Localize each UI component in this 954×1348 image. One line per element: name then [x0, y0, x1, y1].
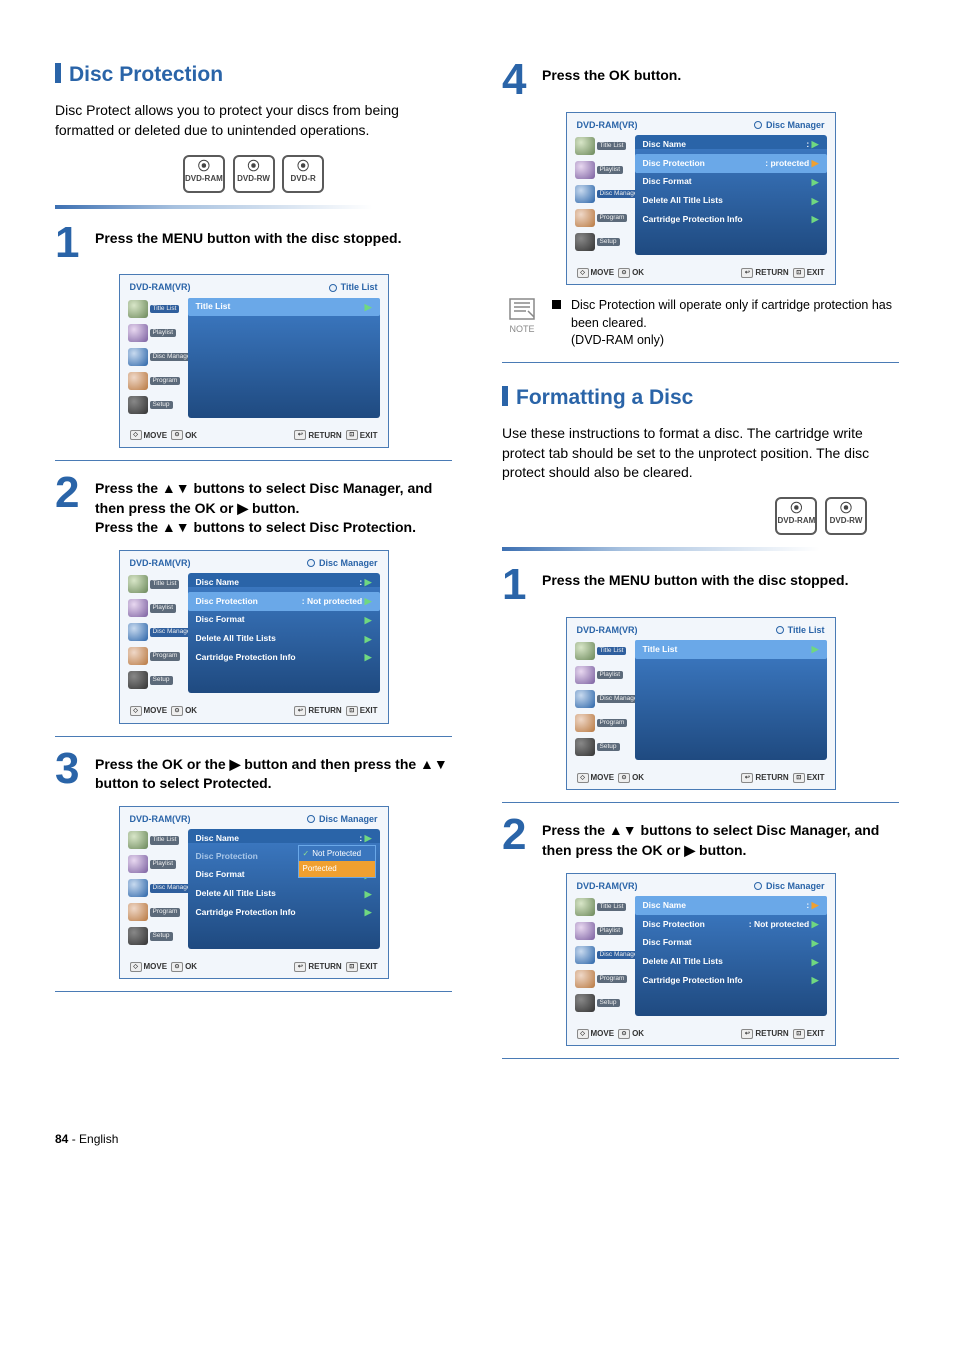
step-number: 1 — [55, 223, 85, 263]
badge-dvd-rw: ⦿DVD-RW — [233, 155, 275, 193]
dropdown: ✓Not Protected Portected — [298, 845, 376, 877]
bullet-icon — [552, 300, 561, 309]
divider — [502, 362, 899, 363]
step-1-formatting: 1 Press the MENU button with the disc st… — [502, 565, 899, 605]
step-1: 1 Press the MENU button with the disc st… — [55, 223, 452, 263]
page-number: 84 — [55, 1132, 68, 1146]
step-2-formatting: 2 Press the ▲▼ buttons to select Disc Ma… — [502, 815, 899, 860]
osd-crumb: Title List — [329, 281, 378, 294]
osd-screen-dm-unprot: DVD-RAM(VR)Disc Manager Title List Playl… — [119, 550, 389, 724]
osd-footer: ◇MOVE ⊙OK ↩RETURN ⊡EXIT — [120, 426, 388, 447]
note-icon: NOTE — [502, 297, 542, 336]
osd-screen-dm-name: DVD-RAM(VR)Disc Manager Title List Playl… — [566, 873, 836, 1047]
section-title: Formatting a Disc — [502, 383, 899, 412]
step-2: 2 Press the ▲▼ buttons to select Disc Ma… — [55, 473, 452, 538]
section-title: Disc Protection — [55, 60, 452, 89]
step-number: 4 — [502, 60, 532, 100]
osd-mode: DVD-RAM(VR) — [130, 281, 191, 294]
divider — [55, 991, 452, 992]
page-footer: 84 - English — [55, 1131, 899, 1148]
note: NOTE Disc Protection will operate only i… — [502, 297, 899, 350]
media-badges: ⦿DVD-RAM ⦿DVD-RW — [502, 497, 899, 535]
step-text: Press the ▲▼ buttons to select Disc Mana… — [95, 473, 452, 538]
right-arrow-icon: ▶ — [237, 500, 248, 516]
badge-dvd-r: ⦿DVD-R — [282, 155, 324, 193]
osd-screen-titlelist: DVD-RAM(VR) Title List Title List Playlis… — [119, 274, 389, 448]
step-number: 1 — [502, 565, 532, 605]
step-text: Press the ▲▼ buttons to select Disc Mana… — [542, 815, 899, 860]
separator — [55, 205, 452, 209]
media-badges: ⦿DVD-RAM ⦿DVD-RW ⦿DVD-R — [55, 155, 452, 193]
right-arrow-icon: ▶ — [684, 842, 695, 858]
osd-screen-dm-dropdown: DVD-RAM(VR)Disc Manager Title List Playl… — [119, 806, 389, 980]
badge-dvd-rw: ⦿DVD-RW — [825, 497, 867, 535]
badge-dvd-ram: ⦿DVD-RAM — [183, 155, 225, 193]
intro-text: Use these instructions to format a disc.… — [502, 424, 899, 483]
divider — [55, 736, 452, 737]
intro-text: Disc Protect allows you to protect your … — [55, 101, 452, 140]
divider — [502, 1058, 899, 1059]
note-text: Disc Protection will operate only if car… — [571, 297, 899, 350]
step-3: 3 Press the OK or the ▶ button and then … — [55, 749, 452, 794]
osd-screen-titlelist-2: DVD-RAM(VR)Title List Title List Playlis… — [566, 617, 836, 791]
step-text: Press the OK or the ▶ button and then pr… — [95, 749, 452, 794]
step-number: 2 — [502, 815, 532, 860]
right-arrow-icon: ▶ — [230, 756, 241, 772]
divider — [55, 460, 452, 461]
step-text: Press the MENU button with the disc stop… — [542, 565, 848, 605]
step-number: 3 — [55, 749, 85, 794]
osd-main: Title List▶ — [188, 298, 380, 418]
separator — [502, 547, 899, 551]
osd-screen-dm-protected: DVD-RAM(VR)Disc Manager Title List Playl… — [566, 112, 836, 286]
divider — [502, 802, 899, 803]
step-4: 4 Press the OK button. — [502, 60, 899, 100]
osd-nav: Title List Playlist Disc Manager Program… — [128, 298, 184, 418]
step-text: Press the OK button. — [542, 60, 681, 100]
step-text: Press the MENU button with the disc stop… — [95, 223, 401, 263]
step-number: 2 — [55, 473, 85, 538]
badge-dvd-ram: ⦿DVD-RAM — [775, 497, 817, 535]
